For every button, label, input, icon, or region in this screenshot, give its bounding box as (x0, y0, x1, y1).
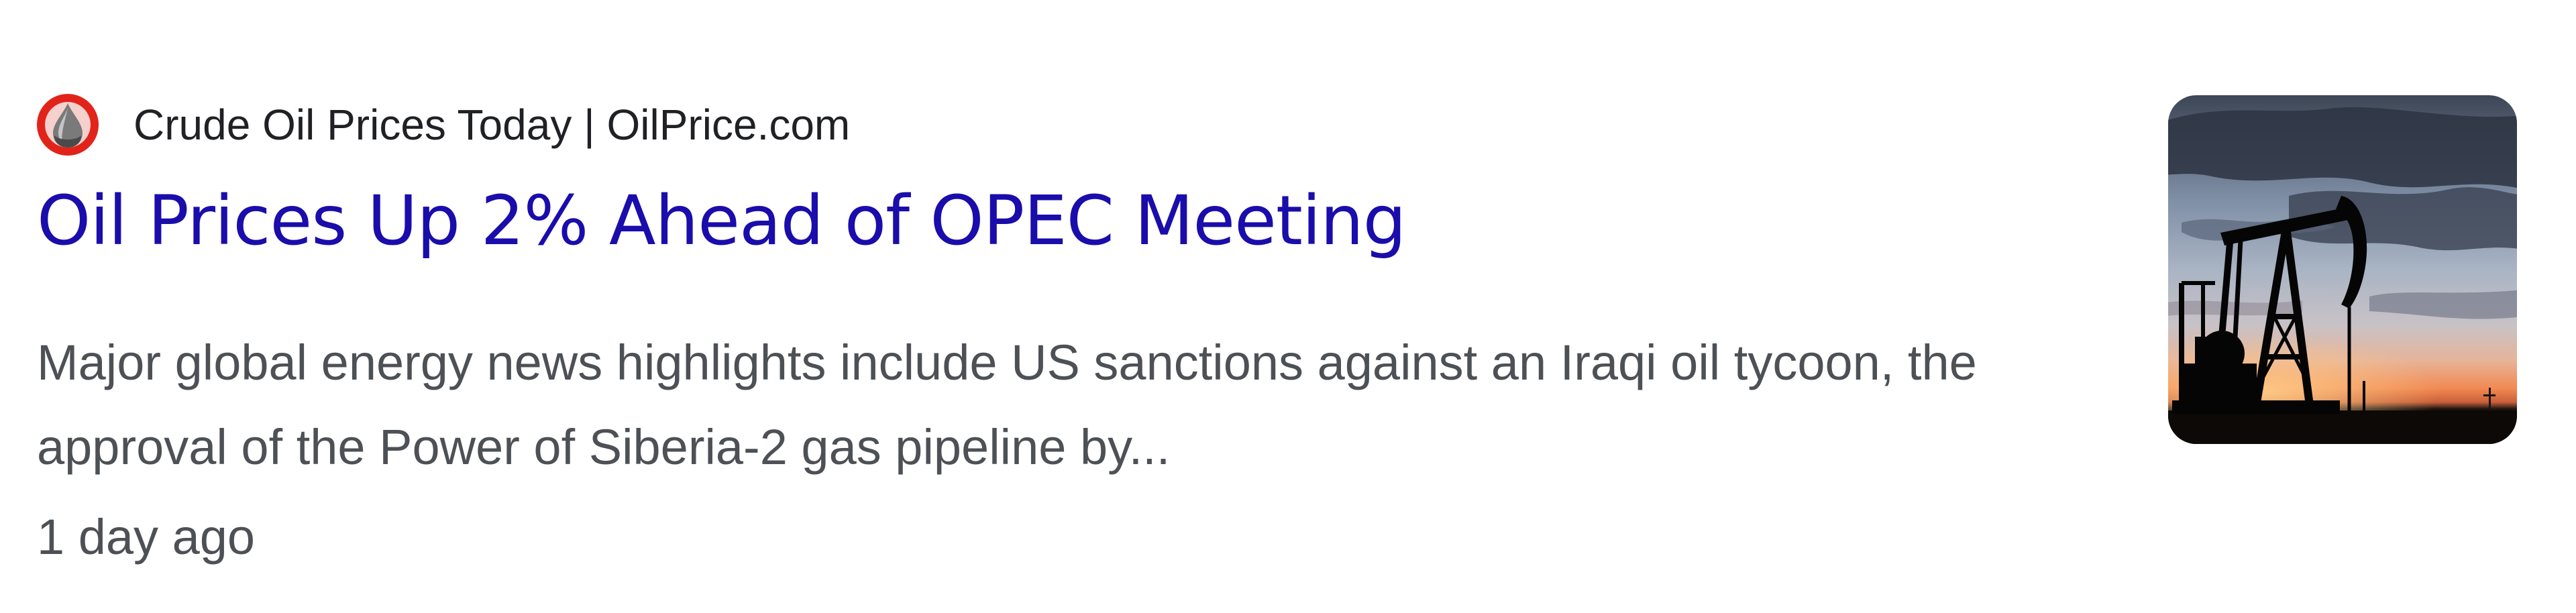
result-title-link[interactable]: Oil Prices Up 2% Ahead of OPEC Meeting (37, 181, 1407, 261)
result-thumbnail[interactable] (2168, 95, 2517, 444)
result-snippet: Major global energy news highlights incl… (37, 335, 1977, 475)
oil-drop-icon (37, 94, 99, 156)
source-row[interactable]: Crude Oil Prices Today | OilPrice.com (37, 94, 850, 156)
source-name: Crude Oil Prices Today | OilPrice.com (133, 101, 851, 149)
oil-pumpjack-sunset-image (2168, 95, 2517, 444)
news-result-card: Crude Oil Prices Today | OilPrice.com Oi… (0, 0, 2576, 613)
result-age: 1 day ago (37, 509, 256, 565)
